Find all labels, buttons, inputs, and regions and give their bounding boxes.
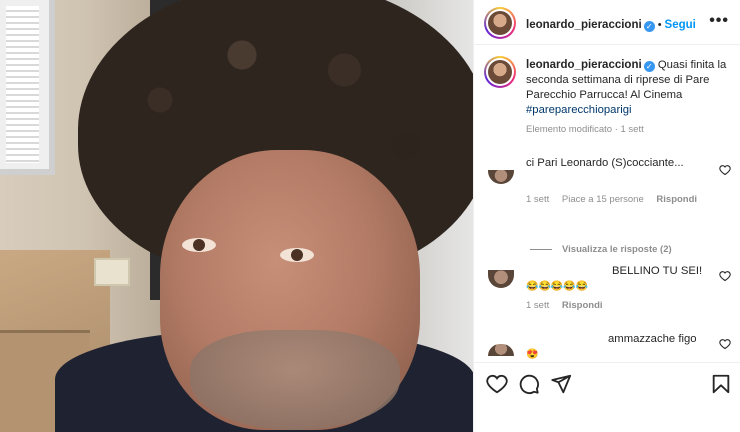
follow-button[interactable]: Segui <box>665 19 696 31</box>
separator-dot: • <box>657 19 662 31</box>
comment-avatar[interactable] <box>488 344 514 356</box>
caption-username[interactable]: leonardo_pieraccioni <box>526 59 642 71</box>
comment-like-heart-icon[interactable] <box>719 164 731 176</box>
more-options-icon[interactable]: ••• <box>709 12 729 30</box>
caption-edited-meta: Elemento modificato · 1 sett <box>526 124 644 135</box>
person-left-eye <box>182 238 216 252</box>
person-beard <box>190 330 400 430</box>
comment-like-heart-icon[interactable] <box>719 338 731 350</box>
bookmark-icon[interactable] <box>710 373 732 395</box>
verified-badge-icon: ✓ <box>643 61 655 72</box>
background-window <box>0 0 55 175</box>
comment-avatar[interactable] <box>488 270 514 288</box>
verified-badge-icon: ✓ <box>643 21 655 32</box>
send-icon[interactable] <box>550 373 572 395</box>
comment-text: ci Pari Leonardo (S)cocciante... <box>526 157 684 169</box>
background-light-switch <box>94 258 130 286</box>
heart-icon[interactable] <box>486 373 508 395</box>
comment-reply-button[interactable]: Rispondi <box>656 194 697 205</box>
replies-line <box>530 248 552 250</box>
comment-meta: 1 sett Rispondi <box>526 300 613 311</box>
comment-meta: 1 sett Piace a 15 persone Rispondi <box>526 194 707 205</box>
post-side-panel: leonardo_pieraccioni ✓ • Segui ••• leonardo… <box>473 0 740 432</box>
comment-emoji: 😍 <box>526 349 539 360</box>
comment-like-heart-icon[interactable] <box>719 270 731 282</box>
post-photo[interactable] <box>0 0 473 432</box>
comment-time: 1 sett <box>526 300 550 311</box>
comment-likes[interactable]: Piace a 15 persone <box>562 194 644 205</box>
post-caption: leonardo_pieraccioni ✓ Quasi finita la se… <box>474 46 740 146</box>
author-username[interactable]: leonardo_pieraccioni <box>526 19 642 31</box>
author-avatar[interactable] <box>484 7 516 39</box>
caption-author-avatar[interactable] <box>484 56 516 88</box>
view-replies-button[interactable]: Visualizza le risposte (2) <box>530 244 672 255</box>
post-header: leonardo_pieraccioni ✓ • Segui ••• <box>474 0 740 45</box>
comment-avatar[interactable] <box>488 170 514 184</box>
comments-list[interactable]: ci Pari Leonardo (S)cocciante... 1 sett … <box>474 146 740 361</box>
caption-hashtag[interactable]: #pareparecchioparigi <box>526 104 632 116</box>
comment-reply-button[interactable]: Rispondi <box>562 300 603 311</box>
comment-icon[interactable] <box>518 373 540 395</box>
post-actions-bar <box>474 362 740 432</box>
comment-text: ammazzache figo <box>608 333 697 345</box>
comment-time: 1 sett <box>526 194 550 205</box>
comment-text: BELLINO TU SEI! <box>612 265 703 277</box>
person-right-eye <box>280 248 314 262</box>
caption-text: leonardo_pieraccioni ✓ Quasi finita la se… <box>526 58 731 118</box>
comment-emoji: 😂😂😂😂😂 <box>526 281 589 292</box>
